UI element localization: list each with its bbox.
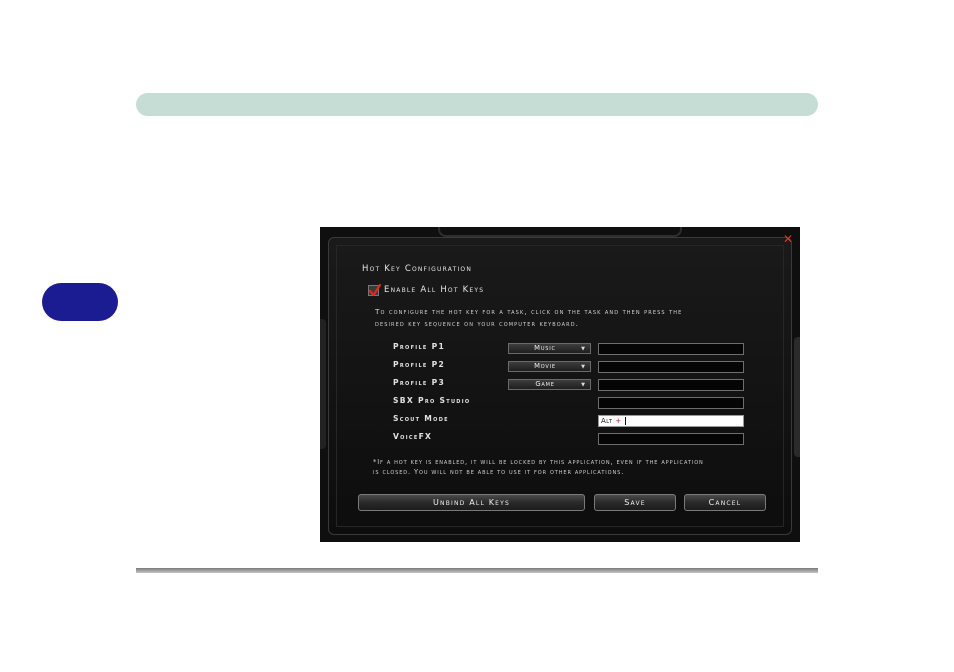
profile-p1-hotkey-field[interactable] (598, 343, 744, 355)
scout-mode-hotkey-field[interactable]: Alt + (598, 415, 744, 427)
checkmark-icon (368, 283, 382, 297)
enable-all-label: Enable All Hot Keys (384, 285, 485, 295)
profile-p3-select-value: Game (535, 380, 555, 388)
instructions-line-1: To configure the hot key for a task, cli… (375, 307, 683, 316)
note-line-1: *If a hot key is enabled, it will be loc… (373, 458, 704, 466)
profile-p3-hotkey-field[interactable] (598, 379, 744, 391)
frame-accent-right (794, 337, 800, 457)
voicefx-hotkey-field[interactable] (598, 433, 744, 445)
hotkey-plus: + (615, 417, 622, 425)
close-icon[interactable]: ✕ (782, 233, 794, 245)
dialog-title: Hot Key Configuration (362, 264, 473, 274)
profile-p2-hotkey-field[interactable] (598, 361, 744, 373)
hotkey-modifier: Alt (601, 417, 613, 425)
text-cursor (624, 417, 626, 425)
chapter-tab (42, 283, 118, 321)
voicefx-label[interactable]: VoiceFX (393, 432, 432, 441)
profile-p1-label[interactable]: Profile P1 (393, 342, 445, 351)
profile-p2-select-value: Movie (534, 362, 556, 370)
scout-mode-hotkey-value: Alt + (601, 416, 626, 426)
chevron-down-icon: ▼ (581, 346, 585, 352)
frame-accent-left (320, 319, 326, 449)
instructions-line-2: desired key sequence on your computer ke… (375, 319, 580, 328)
sbx-pro-studio-label[interactable]: SBX Pro Studio (393, 396, 470, 405)
scout-mode-label[interactable]: Scout Mode (393, 414, 449, 423)
profile-p1-select[interactable]: Music ▼ (508, 343, 591, 354)
profile-p2-select[interactable]: Movie ▼ (508, 361, 591, 372)
sbx-pro-studio-hotkey-field[interactable] (598, 397, 744, 409)
header-bar (136, 93, 818, 116)
profile-p3-select[interactable]: Game ▼ (508, 379, 591, 390)
save-button[interactable]: Save (594, 494, 676, 511)
cancel-button[interactable]: Cancel (684, 494, 766, 511)
frame-accent-top (438, 227, 682, 237)
hot-key-configuration-dialog: ✕ Hot Key Configuration Enable All Hot K… (320, 227, 800, 542)
note-line-2: is closed. You will not be able to use i… (373, 468, 625, 476)
chevron-down-icon: ▼ (581, 382, 585, 388)
profile-p1-select-value: Music (534, 344, 556, 352)
profile-p2-label[interactable]: Profile P2 (393, 360, 445, 369)
profile-p3-label[interactable]: Profile P3 (393, 378, 445, 387)
footer-rule (136, 568, 818, 573)
chevron-down-icon: ▼ (581, 364, 585, 370)
unbind-all-keys-button[interactable]: Unbind All Keys (358, 494, 585, 511)
enable-all-checkbox[interactable] (368, 283, 382, 297)
